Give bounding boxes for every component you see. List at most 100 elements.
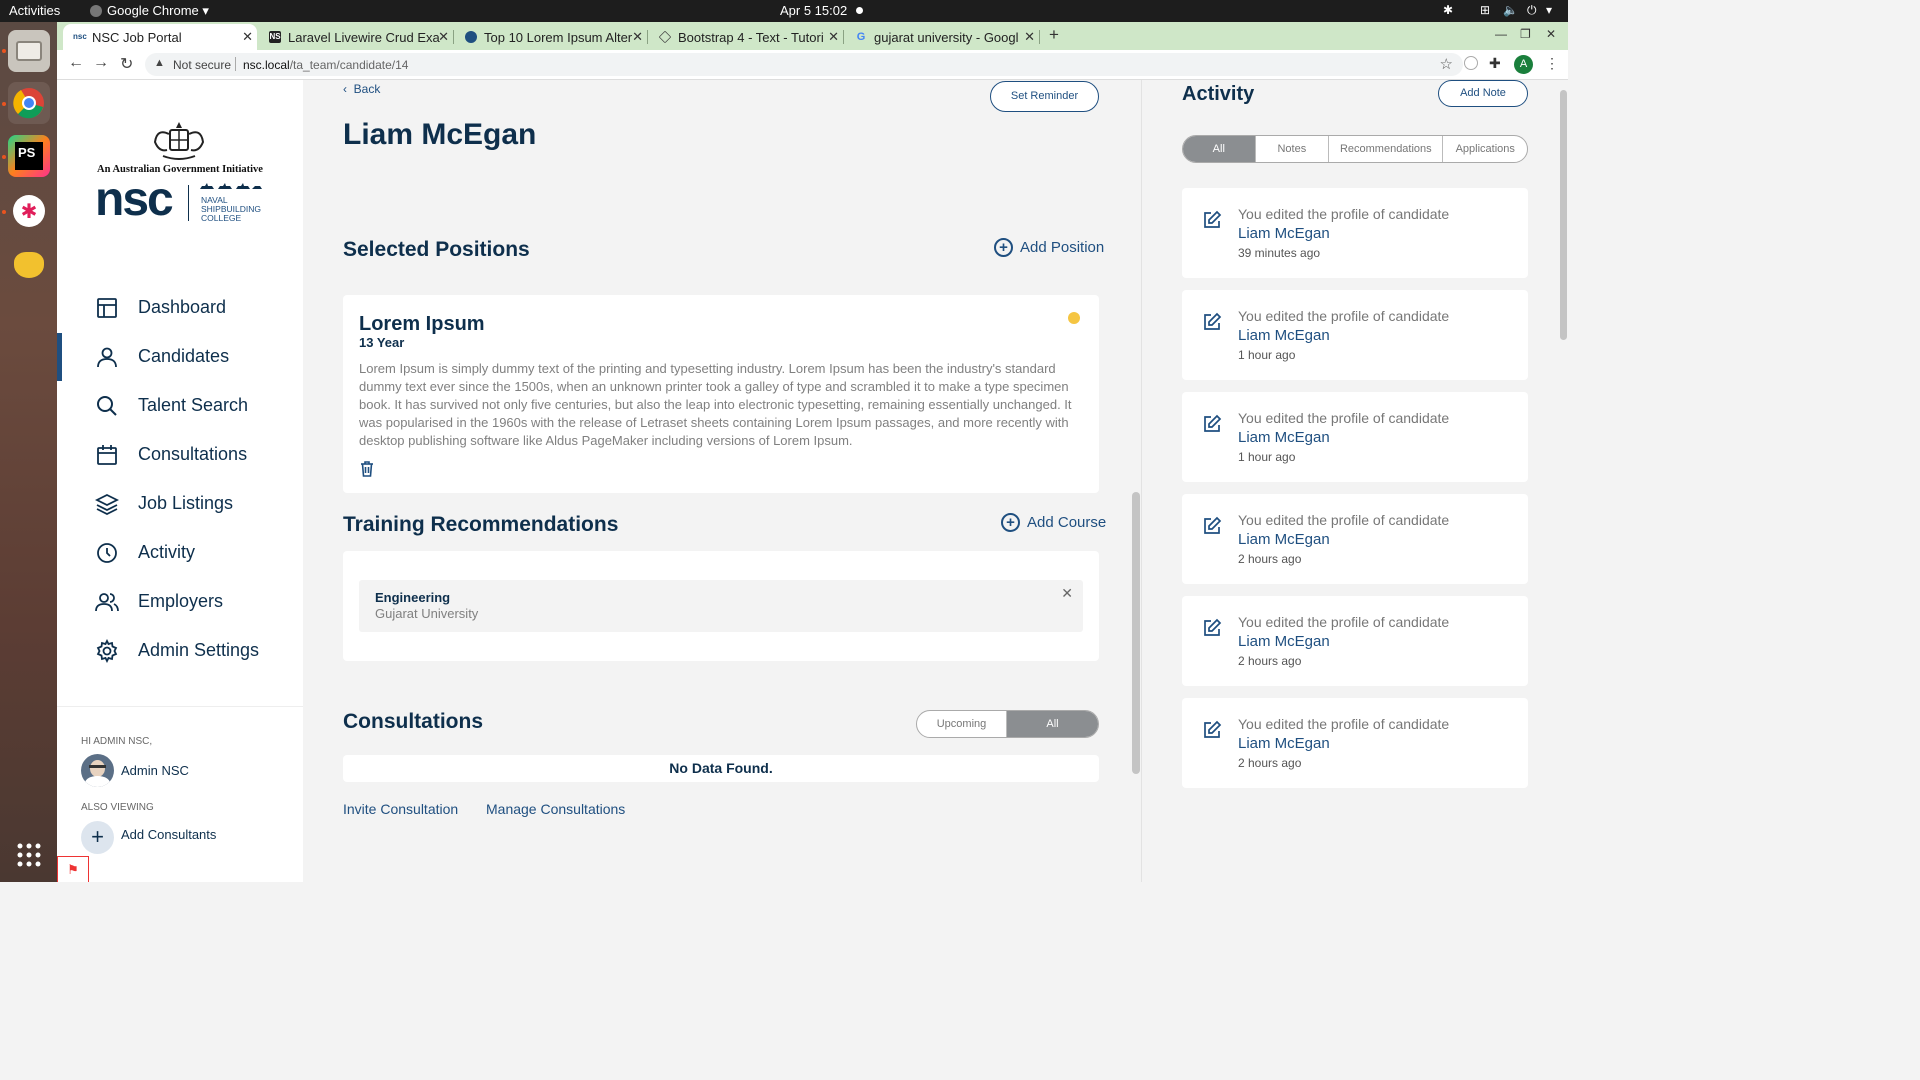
activity-filter-notes[interactable]: Notes [1256,136,1330,162]
activities-button[interactable]: Activities [9,3,60,18]
activity-filter-recommendations[interactable]: Recommendations [1329,136,1444,162]
close-tab-icon[interactable]: ✕ [242,29,253,45]
extensions-puzzle-icon[interactable]: ✚ [1489,55,1501,72]
course-institution: Gujarat University [375,606,479,621]
app-menu[interactable]: Google Chrome ▾ [107,3,209,19]
nav-candidates[interactable]: Candidates [57,333,303,381]
tab-gujarat-university-search[interactable]: G gujarat university - Googl ✕ [849,24,1040,50]
training-recommendations-heading: Training Recommendations [343,513,619,536]
activity-time: 1 hour ago [1238,348,1296,362]
files-app-icon[interactable] [8,30,50,72]
nav-employers[interactable]: Employers [57,582,303,622]
nav-activity[interactable]: Activity [57,533,303,573]
add-position-button[interactable]: + Add Position [994,238,1104,257]
add-consultants-plus-icon[interactable]: + [81,821,114,854]
activity-candidate-link[interactable]: Liam McEgan [1238,735,1330,752]
nav-dashboard[interactable]: Dashboard [57,288,303,328]
close-window-button[interactable]: ✕ [1546,27,1556,41]
phpstorm-app-icon[interactable]: PS [8,135,50,177]
tab-lorem-ipsum-alternatives[interactable]: Top 10 Lorem Ipsum Alter ✕ [459,24,648,50]
minimize-window-button[interactable]: — [1495,27,1507,41]
activity-heading: Activity [1182,83,1255,105]
close-tab-icon[interactable]: ✕ [632,29,643,45]
nav-admin-settings[interactable]: Admin Settings [57,631,303,671]
forward-arrow-icon[interactable]: → [93,54,109,72]
clock[interactable]: Apr 5 15:02 [780,3,847,18]
add-note-button[interactable]: Add Note [1438,80,1528,107]
activity-text: You edited the profile of candidate [1238,410,1450,426]
power-icon[interactable]: ⏻ [1527,3,1537,18]
avatar[interactable] [81,754,114,787]
activity-candidate-link[interactable]: Liam McEgan [1238,225,1330,242]
activity-candidate-link[interactable]: Liam McEgan [1238,327,1330,344]
add-course-button[interactable]: + Add Course [1001,513,1106,532]
show-apps-grid-icon[interactable] [8,834,50,876]
activity-text: You edited the profile of candidate [1238,308,1450,324]
set-reminder-button[interactable]: Set Reminder [990,81,1099,112]
invite-consultation-link[interactable]: Invite Consultation [343,801,458,817]
security-label[interactable]: Not secure [173,58,231,72]
activity-candidate-link[interactable]: Liam McEgan [1238,531,1330,548]
scrollbar-thumb[interactable] [1132,492,1140,774]
tab-bootstrap-text[interactable]: Bootstrap 4 - Text - Tutori ✕ [653,24,844,50]
search-icon [97,396,117,416]
network-icon[interactable]: ⊞ [1480,3,1490,17]
activity-candidate-link[interactable]: Liam McEgan [1238,429,1330,446]
manage-consultations-link[interactable]: Manage Consultations [486,801,625,817]
user-name[interactable]: Admin NSC [121,763,189,778]
chrome-menu-icon[interactable]: ⋮ [1545,55,1559,72]
tab-laravel-livewire[interactable]: NS Laravel Livewire Crud Exa ✕ [263,24,454,50]
activity-time: 1 hour ago [1238,450,1296,464]
slack-app-icon[interactable]: ✱ [8,190,50,232]
add-consultants-link[interactable]: Add Consultants [121,827,216,842]
running-indicator [2,102,6,106]
tab-separator [453,30,454,44]
profile-avatar[interactable]: A [1514,55,1533,74]
close-tab-icon[interactable]: ✕ [438,29,449,45]
teapot-app-icon[interactable] [8,244,50,286]
tab-nsc-job-portal[interactable]: nsc NSC Job Portal ✕ [63,24,257,50]
nav-job-listings[interactable]: Job Listings [57,484,303,524]
slack-tray-icon[interactable]: ✱ [1443,3,1453,17]
filter-upcoming[interactable]: Upcoming [917,711,1008,737]
chrome-app-icon [90,5,102,17]
edit-icon [1204,618,1222,636]
running-indicator [2,155,6,159]
logo[interactable]: An Australian Government Initiative nsc … [95,120,267,230]
activity-item: You edited the profile of candidate Liam… [1182,290,1528,380]
maximize-window-button[interactable]: ❐ [1520,27,1531,41]
filter-all[interactable]: All [1007,711,1098,737]
extension-icon[interactable] [1464,56,1478,70]
close-tab-icon[interactable]: ✕ [828,29,839,45]
activity-candidate-link[interactable]: Liam McEgan [1238,633,1330,650]
back-link[interactable]: ‹ Back [343,82,380,96]
close-tab-icon[interactable]: ✕ [1024,29,1035,45]
laravel-debugbar-icon[interactable]: ⚑ [57,856,89,882]
bookmark-star-icon[interactable]: ☆ [1440,55,1453,73]
site-favicon-icon [465,31,477,43]
activity-scrollbar-thumb[interactable] [1560,90,1567,340]
nav-talent-search[interactable]: Talent Search [57,386,303,426]
also-viewing-label: ALSO VIEWING [81,802,154,813]
person-icon [97,347,117,368]
main-scrollbar[interactable] [1132,80,1140,882]
system-top-bar: Activities Google Chrome ▾ Apr 5 15:02 ✱… [0,0,1568,22]
url-text[interactable]: nsc.local/ta_team/candidate/14 [243,58,408,72]
remove-course-close-icon[interactable]: ✕ [1061,585,1073,602]
activity-time: 2 hours ago [1238,654,1302,668]
activity-filter-applications[interactable]: Applications [1443,136,1527,162]
activity-time: 2 hours ago [1238,552,1302,566]
tab-title: Laravel Livewire Crud Exa [288,29,440,45]
activity-filter-all[interactable]: All [1183,136,1256,162]
new-tab-button[interactable]: + [1049,25,1059,45]
trash-icon[interactable] [360,461,374,477]
logo-nsc-text: nsc [95,173,174,226]
address-bar[interactable]: ▲ Not secure nsc.local/ta_team/candidate… [145,53,1463,76]
reload-icon[interactable]: ↻ [120,54,133,74]
add-position-label: Add Position [1020,239,1105,256]
chevron-down-icon[interactable]: ▾ [1546,3,1552,17]
volume-icon[interactable]: 🔈 [1503,3,1518,17]
chrome-app-icon[interactable] [8,82,50,124]
nav-consultations[interactable]: Consultations [57,435,303,475]
back-arrow-icon[interactable]: ← [68,54,84,72]
